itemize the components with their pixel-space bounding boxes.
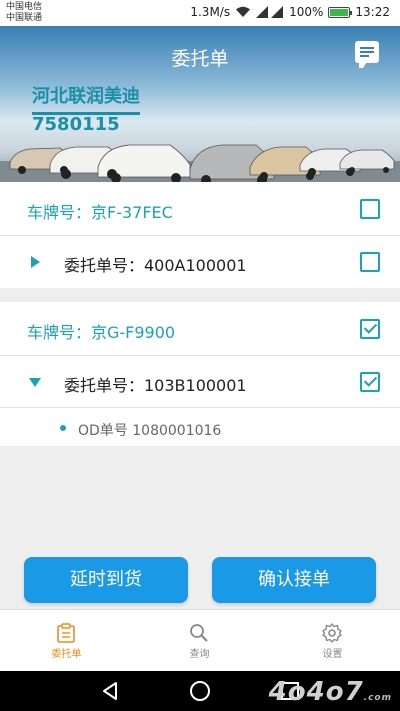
order-card: 车牌号：京G-F9900 委托单号：103B100001 OD单号 108000… [0,302,400,446]
plate-checkbox[interactable] [360,199,380,219]
bottom-tab-bar: 委托单 查询 设置 [0,609,400,671]
tab-label: 委托单 [51,649,82,660]
plate-checkbox[interactable] [360,319,380,339]
tab-search[interactable]: 查询 [133,610,266,672]
order-number: 委托单号：400A100001 [64,256,247,275]
plate-row[interactable]: 车牌号：京F-37FEC [0,182,400,236]
watermark-logo: 4o4o7.com [269,677,392,707]
plate-row[interactable]: 车牌号：京G-F9900 [0,302,400,356]
plate-number: 车牌号：京F-37FEC [27,203,173,222]
delay-arrival-button[interactable]: 延时到货 [24,557,188,603]
confirm-order-button[interactable]: 确认接单 [212,557,376,603]
system-nav-bar: 4o4o7.com [0,671,400,711]
tab-label: 设置 [322,649,343,660]
order-row[interactable]: 委托单号：103B100001 [0,356,400,408]
od-number: OD单号 1080001016 [78,423,222,439]
home-icon[interactable] [188,679,212,703]
status-bar: 中国电信 中国联通 1.3M/s 100% 13:22 [0,0,400,26]
back-icon[interactable] [98,679,122,703]
watermark-text: 4o4o7 [268,677,364,707]
battery-percent: 100% [289,5,324,19]
order-card: 车牌号：京F-37FEC 委托单号：400A100001 [0,182,400,288]
bullet-dot-icon [60,425,66,431]
clock: 13:22 [355,5,390,19]
gear-icon [322,623,342,643]
tab-label: 查询 [189,649,210,660]
order-number: 委托单号：103B100001 [64,376,247,395]
carrier-2: 中国联通 [6,13,43,23]
watermark-suffix: .com [363,693,392,703]
search-icon [190,624,208,642]
network-speed: 1.3M/s [190,5,231,19]
signal-icon [256,6,284,18]
order-checkbox[interactable] [360,372,380,392]
carrier-1: 中国电信 [6,2,43,12]
message-button[interactable] [355,41,379,68]
tab-orders[interactable]: 委托单 [0,610,133,672]
wifi-icon [236,6,251,17]
plate-number: 车牌号：京G-F9900 [27,323,176,342]
tab-settings[interactable]: 设置 [266,610,399,672]
battery-icon [328,6,353,18]
order-checkbox[interactable] [360,252,380,272]
collapse-arrow-icon[interactable] [29,378,41,387]
clipboard-icon [57,623,75,643]
company-name: 河北联润美迪 [32,82,140,115]
order-row[interactable]: 委托单号：400A100001 [0,236,400,288]
od-row: OD单号 1080001016 [0,408,400,446]
header-banner: 委托单 河北联润美迪 7580115 [0,26,400,182]
expand-arrow-icon[interactable] [31,256,40,268]
cars-illustration [0,144,400,182]
page-title: 委托单 [171,48,229,70]
carrier-info: 中国电信 中国联通 [6,2,42,24]
